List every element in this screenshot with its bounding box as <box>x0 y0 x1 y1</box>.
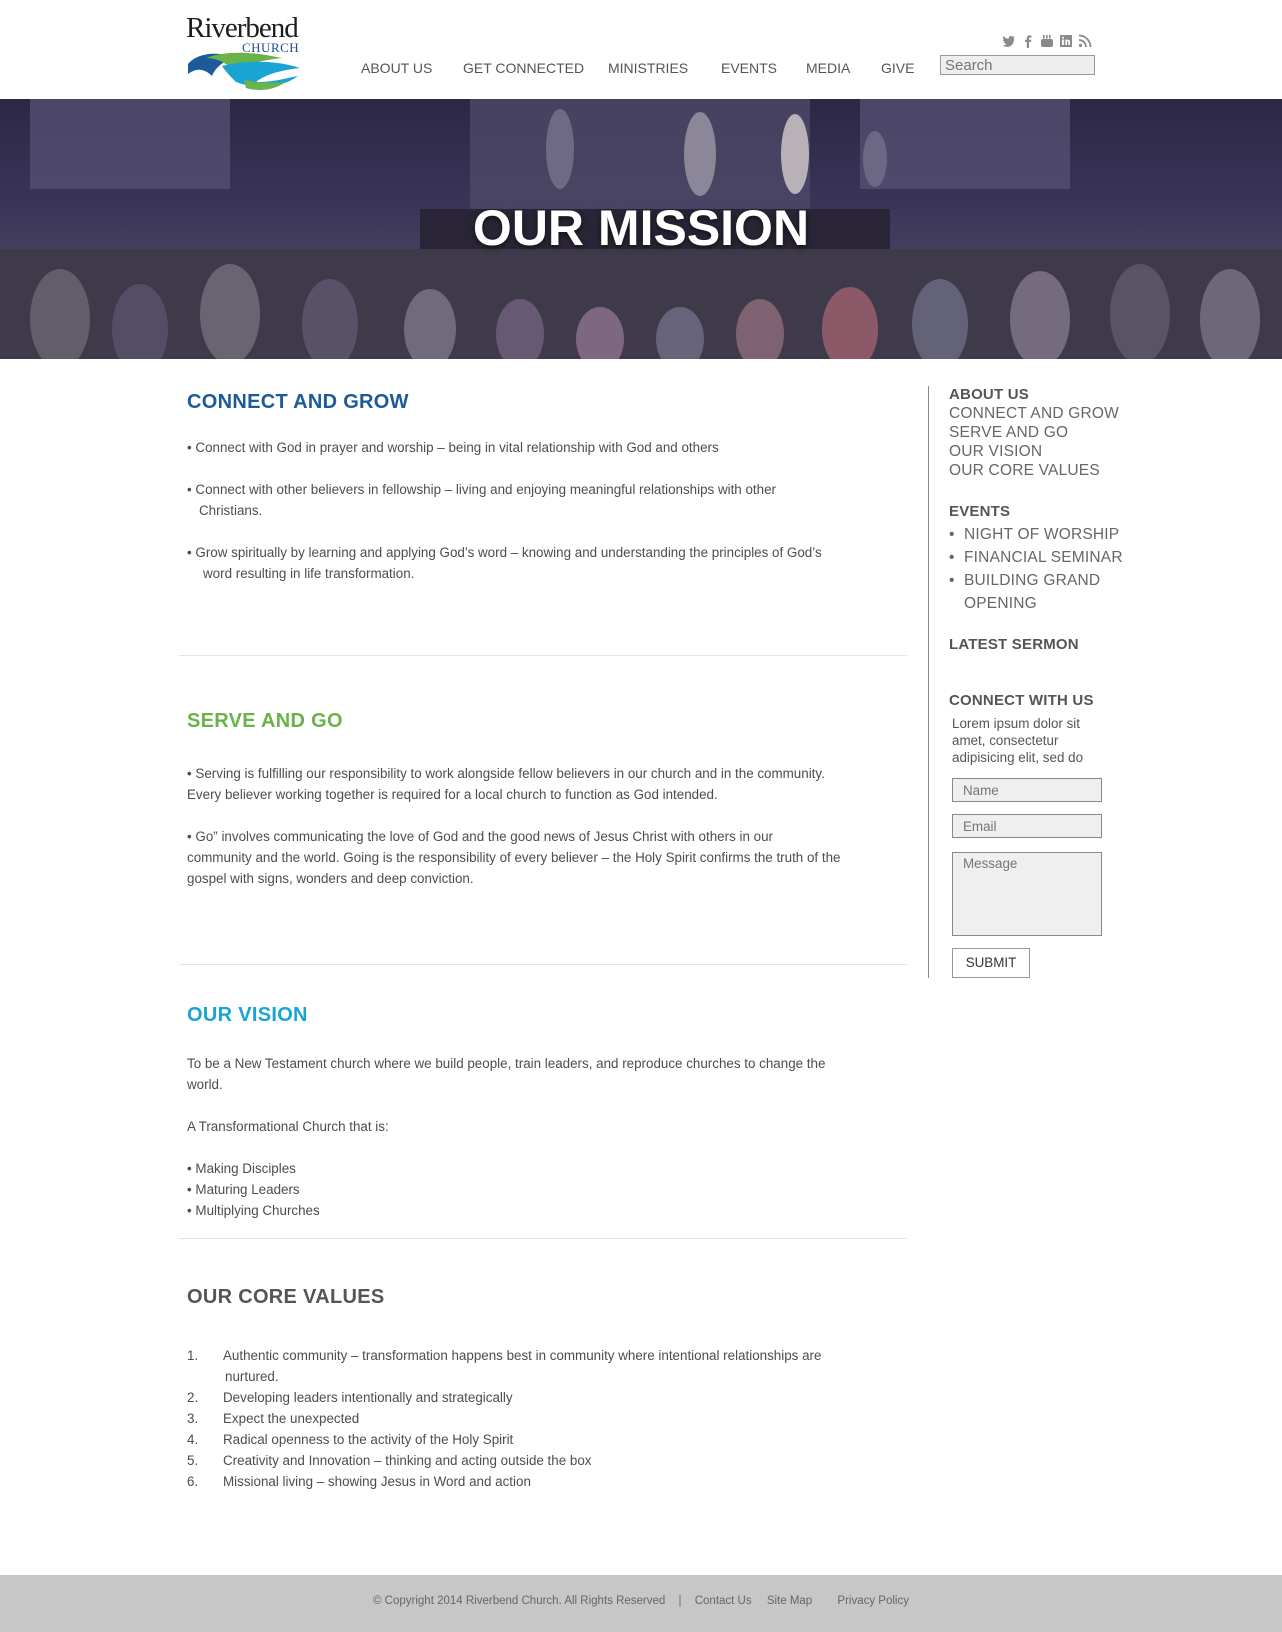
footer-link-site-map[interactable]: Site Map <box>767 1595 812 1607</box>
email-field[interactable] <box>952 814 1102 838</box>
list-text: Developing leaders intentionally and str… <box>223 1390 513 1405</box>
church-logo[interactable]: Riverbend CHURCH <box>186 12 302 90</box>
social-links <box>1002 34 1102 50</box>
sidebar-link-our-vision[interactable]: OUR VISION <box>949 443 1042 461</box>
site-header: Riverbend CHURCH ABOUT US GET CONNECTED … <box>0 0 1282 99</box>
site-footer: © Copyright 2014 Riverbend Church. All R… <box>0 1575 1282 1632</box>
section-title-serve-and-go: SERVE AND GO <box>187 710 343 732</box>
sidebar-heading-events[interactable]: EVENTS <box>949 503 1010 520</box>
nav-media[interactable]: MEDIA <box>806 60 850 76</box>
serve-item-2-cont-b: gospel with signs, wonders and deep conv… <box>187 871 474 886</box>
connect-item-2-cont: Christians. <box>199 503 263 518</box>
event-label: FINANCIAL SEMINAR <box>964 549 1123 566</box>
nav-get-connected[interactable]: GET CONNECTED <box>463 60 584 76</box>
connect-text-line-2: amet, consectetur <box>952 733 1059 748</box>
bullet-dot: • <box>949 572 955 589</box>
list-number: 6. <box>187 1474 199 1489</box>
vision-bullet-2: • Maturing Leaders <box>187 1182 300 1197</box>
vision-intro: A Transformational Church that is: <box>187 1119 389 1134</box>
search-input[interactable] <box>940 55 1095 75</box>
twitter-icon[interactable] <box>1002 34 1016 48</box>
section-title-connect-and-grow: CONNECT AND GROW <box>187 391 409 413</box>
list-number: 1. <box>187 1348 199 1363</box>
submit-button[interactable]: SUBMIT <box>952 948 1030 978</box>
vision-statement-cont: world. <box>187 1077 223 1092</box>
name-field[interactable] <box>952 778 1102 802</box>
list-text: Expect the unexpected <box>223 1411 360 1426</box>
sidebar-link-core-values[interactable]: OUR CORE VALUES <box>949 462 1100 480</box>
connect-text-line-1: Lorem ipsum dolor sit <box>952 716 1081 731</box>
connect-item-3-cont: word resulting in life transformation. <box>203 566 415 581</box>
section-divider <box>179 655 907 656</box>
list-text: Radical openness to the activity of the … <box>223 1432 514 1447</box>
vision-bullet-1: • Making Disciples <box>187 1161 296 1176</box>
facebook-icon[interactable] <box>1021 34 1035 48</box>
connect-item-2: • Connect with other believers in fellow… <box>187 482 776 497</box>
serve-item-1: • Serving is fulfilling our responsibili… <box>187 766 825 781</box>
section-divider <box>179 964 907 965</box>
youtube-icon[interactable] <box>1040 34 1054 48</box>
event-label: OPENING <box>964 595 1037 612</box>
message-field[interactable] <box>952 852 1102 936</box>
sidebar-divider <box>928 386 929 978</box>
list-text: nurtured. <box>225 1369 279 1384</box>
rss-icon[interactable] <box>1078 34 1092 48</box>
serve-item-2-cont-a: community and the world. Going is the re… <box>187 850 841 865</box>
serve-item-1-cont: Every believer working together is requi… <box>187 787 718 802</box>
list-number: 4. <box>187 1432 199 1447</box>
connect-item-3: • Grow spiritually by learning and apply… <box>187 545 822 560</box>
nav-events[interactable]: EVENTS <box>721 60 777 76</box>
list-number: 2. <box>187 1390 199 1405</box>
hero-banner: OUR MISSION <box>0 99 1282 359</box>
section-divider <box>179 1238 907 1239</box>
list-number: 3. <box>187 1411 199 1426</box>
list-text: Creativity and Innovation – thinking and… <box>223 1453 592 1468</box>
sidebar-heading-connect: CONNECT WITH US <box>949 692 1094 709</box>
nav-about-us[interactable]: ABOUT US <box>361 60 432 76</box>
section-title-core-values: OUR CORE VALUES <box>187 1286 385 1308</box>
event-label: NIGHT OF WORSHIP <box>964 526 1120 543</box>
connect-text-line-3: adipisicing elit, sed do <box>952 750 1084 765</box>
vision-statement: To be a New Testament church where we bu… <box>187 1056 826 1071</box>
vision-bullet-3: • Multiplying Churches <box>187 1203 320 1218</box>
connect-item-1: • Connect with God in prayer and worship… <box>187 440 719 455</box>
copyright-text: © Copyright 2014 Riverbend Church. All R… <box>373 1595 666 1607</box>
sidebar-heading-about[interactable]: ABOUT US <box>949 386 1029 403</box>
bullet-dot: • <box>949 526 955 543</box>
sidebar-heading-latest-sermon[interactable]: LATEST SERMON <box>949 636 1079 653</box>
river-wave-icon <box>188 52 300 90</box>
sidebar-link-connect-and-grow[interactable]: CONNECT AND GROW <box>949 405 1119 423</box>
footer-bar: © Copyright 2014 Riverbend Church. All R… <box>0 1595 1282 1607</box>
serve-item-2: • Go” involves communicating the love of… <box>187 829 773 844</box>
nav-give[interactable]: GIVE <box>881 60 914 76</box>
section-title-our-vision: OUR VISION <box>187 1004 308 1026</box>
sidebar-link-serve-and-go[interactable]: SERVE AND GO <box>949 424 1068 442</box>
bullet-dot: • <box>949 549 955 566</box>
list-text: Missional living – showing Jesus in Word… <box>223 1474 531 1489</box>
list-number: 5. <box>187 1453 199 1468</box>
nav-ministries[interactable]: MINISTRIES <box>608 60 688 76</box>
footer-separator: | <box>678 1595 682 1607</box>
page-title: OUR MISSION <box>472 200 810 256</box>
footer-link-contact-us[interactable]: Contact Us <box>695 1595 752 1607</box>
list-text: Authentic community – transformation hap… <box>223 1348 822 1363</box>
footer-link-privacy-policy[interactable]: Privacy Policy <box>837 1595 909 1607</box>
event-label: BUILDING GRAND <box>964 572 1101 589</box>
linkedin-icon[interactable] <box>1059 34 1073 48</box>
